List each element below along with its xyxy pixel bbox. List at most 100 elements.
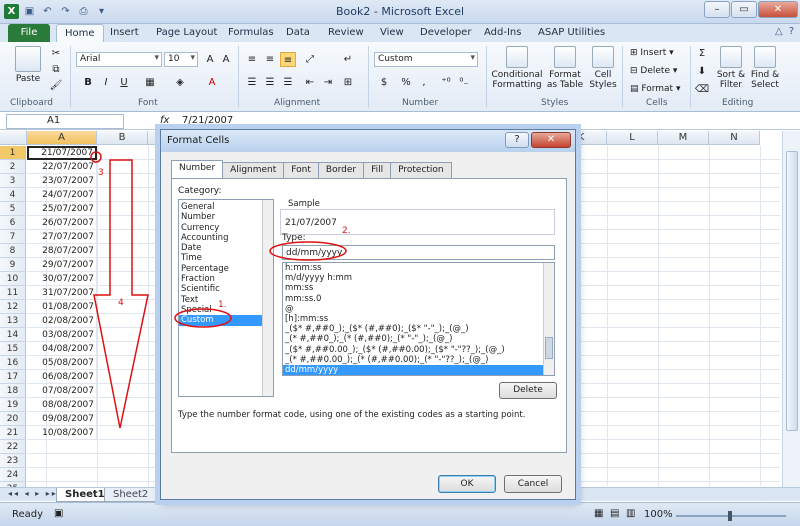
tab-page-layout[interactable]: Page Layout (156, 27, 217, 38)
tab-home[interactable]: Home (56, 24, 104, 43)
column-header-m[interactable]: M (658, 131, 709, 145)
tab-asap-utilities[interactable]: ASAP Utilities (538, 27, 605, 38)
fill-icon[interactable]: ⬇ (694, 64, 710, 79)
category-list[interactable]: General Number Currency Accounting Date Time P… (178, 199, 274, 397)
zoom-slider[interactable] (676, 511, 786, 521)
row-header[interactable]: 19 (0, 398, 26, 412)
type-list-item[interactable]: h:mm:ss (283, 263, 554, 273)
paste-button[interactable]: Paste (10, 46, 46, 84)
delete-cells-button[interactable]: ⊟ Delete ▾ (630, 66, 677, 76)
row-header[interactable]: 6 (0, 216, 26, 230)
cell-a16[interactable]: 05/08/2007 (27, 356, 97, 370)
zoom-slider-thumb[interactable] (728, 511, 732, 521)
currency-button[interactable]: $ (376, 75, 392, 90)
row-header[interactable]: 16 (0, 356, 26, 370)
tab-view[interactable]: View (380, 27, 404, 38)
restore-button[interactable]: ▭ (731, 1, 757, 18)
tab-formulas[interactable]: Formulas (228, 27, 274, 38)
type-list-item[interactable]: m/d/yyyy h:mm (283, 273, 554, 283)
format-painter-icon[interactable]: 🖌 (48, 78, 64, 93)
category-item[interactable]: Number (179, 212, 273, 222)
page-break-view-icon[interactable]: ▥ (626, 508, 635, 519)
cell-a3[interactable]: 23/07/2007 (27, 174, 97, 188)
page-layout-view-icon[interactable]: ▤ (610, 508, 619, 519)
tab-file[interactable]: File (8, 24, 50, 42)
align-center-icon[interactable]: ☰ (262, 75, 278, 90)
tab-review[interactable]: Review (328, 27, 364, 38)
sort-filter-button[interactable]: Sort & Filter (714, 46, 748, 90)
underline-button[interactable]: U (116, 75, 132, 90)
increase-indent-icon[interactable]: ⇥ (320, 75, 336, 90)
category-item[interactable]: Date (179, 243, 273, 253)
category-item[interactable]: Custom (179, 315, 273, 326)
cell-a2[interactable]: 22/07/2007 (27, 160, 97, 174)
cell-a6[interactable]: 26/07/2007 (27, 216, 97, 230)
type-list-item[interactable]: _(* #,##0_);_(* (#,##0);_(* "-"_);_(@_) (283, 334, 554, 344)
dialog-help-button[interactable]: ? (505, 132, 529, 148)
bold-button[interactable]: B (80, 75, 96, 90)
tab-number[interactable]: Number (171, 160, 224, 178)
category-item[interactable]: Fraction (179, 274, 273, 284)
category-item[interactable]: Accounting (179, 233, 273, 243)
row-header[interactable]: 9 (0, 258, 26, 272)
borders-icon[interactable]: ▦ (142, 75, 158, 90)
ok-button[interactable]: OK (438, 475, 496, 493)
sheet-tab-sheet2[interactable]: Sheet2 (104, 488, 158, 502)
row-header[interactable]: 10 (0, 272, 26, 286)
type-input[interactable]: dd/mm/yyyy (282, 245, 555, 260)
cell-a10[interactable]: 30/07/2007 (27, 272, 97, 286)
type-list[interactable]: h:mm:ss m/d/yyyy h:mm mm:ss mm:ss.0 @ [h]:mm:… (282, 262, 555, 376)
type-list-item[interactable]: _($* #,##0_);_($* (#,##0);_($* "-"_);_(@… (283, 324, 554, 334)
font-name-combo[interactable]: Arial (76, 52, 162, 67)
cell-a18[interactable]: 07/08/2007 (27, 384, 97, 398)
category-item[interactable]: Time (179, 253, 273, 263)
sheet-nav-buttons[interactable]: ◂◂ ◂ ▸ ▸▸ (8, 489, 58, 498)
minimize-button[interactable]: – (704, 1, 730, 18)
align-left-icon[interactable]: ☰ (244, 75, 260, 90)
cut-icon[interactable]: ✂ (48, 46, 64, 61)
type-list-item[interactable]: @ (283, 304, 554, 314)
shrink-font-icon[interactable]: A (218, 52, 234, 67)
type-list-item[interactable]: dd/mm/yyyy (283, 364, 554, 375)
macro-record-icon[interactable]: ▣ (54, 508, 63, 519)
row-header[interactable]: 23 (0, 454, 26, 468)
formula-input[interactable]: 7/21/2007 (182, 115, 233, 126)
column-header-l[interactable]: L (607, 131, 658, 145)
wrap-text-icon[interactable]: ↵ (340, 52, 356, 67)
align-bottom-icon[interactable]: ≡ (280, 52, 296, 67)
category-item[interactable]: General (179, 202, 273, 212)
type-list-item[interactable]: _($* #,##0.00_);_($* (#,##0.00);_($* "-"… (283, 345, 554, 355)
scroll-thumb[interactable] (786, 151, 798, 431)
name-box[interactable]: A1 (6, 114, 124, 129)
column-header-b[interactable]: B (97, 131, 148, 145)
insert-cells-button[interactable]: ⊞ Insert ▾ (630, 48, 674, 58)
tab-developer[interactable]: Developer (420, 27, 471, 38)
format-cells-button[interactable]: ▤ Format ▾ (630, 84, 680, 94)
cell-a17[interactable]: 06/08/2007 (27, 370, 97, 384)
type-list-item[interactable]: [h]:mm:ss (283, 314, 554, 324)
type-list-item[interactable]: mm:ss.0 (283, 294, 554, 304)
cell-a8[interactable]: 28/07/2007 (27, 244, 97, 258)
delete-button[interactable]: Delete (499, 382, 557, 399)
zoom-level[interactable]: 100% (644, 509, 673, 520)
row-header[interactable]: 8 (0, 244, 26, 258)
row-header[interactable]: 4 (0, 188, 26, 202)
cell-a20[interactable]: 09/08/2007 (27, 412, 97, 426)
cell-a14[interactable]: 03/08/2007 (27, 328, 97, 342)
row-header[interactable]: 3 (0, 174, 26, 188)
type-list-scroll-thumb[interactable] (545, 337, 553, 359)
cell-a5[interactable]: 25/07/2007 (27, 202, 97, 216)
row-header[interactable]: 17 (0, 370, 26, 384)
tab-protection[interactable]: Protection (390, 162, 452, 178)
increase-decimal-icon[interactable]: ⁺⁰ (438, 75, 454, 90)
autosum-button[interactable]: Σ (694, 46, 710, 61)
help-icon[interactable]: ? (789, 26, 794, 37)
decrease-decimal-icon[interactable]: ⁰₋ (456, 75, 472, 90)
type-list-item[interactable]: _(* #,##0.00_);_(* (#,##0.00);_(* "-"??_… (283, 355, 554, 365)
clear-icon[interactable]: ⌫ (694, 82, 710, 97)
tab-data[interactable]: Data (286, 27, 310, 38)
tab-fill[interactable]: Fill (363, 162, 392, 178)
cell-a12[interactable]: 01/08/2007 (27, 300, 97, 314)
cell-a21[interactable]: 10/08/2007 (27, 426, 97, 440)
percent-button[interactable]: % (398, 75, 414, 90)
